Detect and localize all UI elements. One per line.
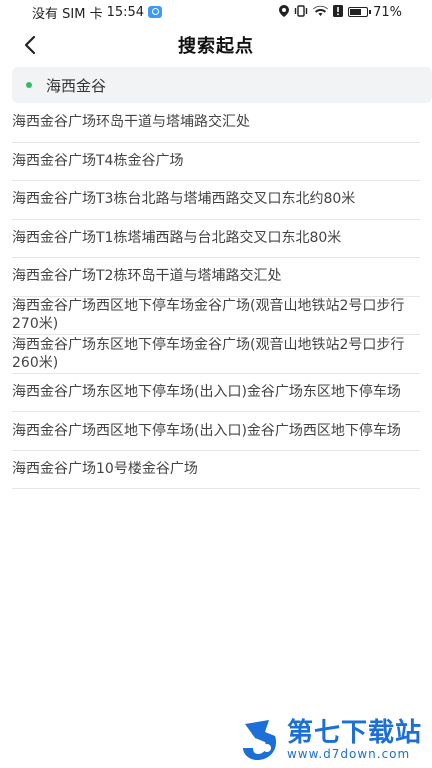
status-right: 71% (279, 5, 402, 20)
result-item-label: 海西金谷广场10号楼金谷广场 (12, 460, 198, 477)
result-item[interactable]: 海西金谷广场环岛干道与塔埔路交汇处 (12, 104, 420, 143)
result-item-label: 海西金谷广场T3栋台北路与塔埔西路交叉口东北约80米 (12, 191, 356, 208)
result-item[interactable]: 海西金谷广场西区地下停车场(出入口)金谷广场西区地下停车场 (12, 412, 420, 451)
result-item[interactable]: 海西金谷广场西区地下停车场金谷广场(观音山地铁站2号口步行270米) (12, 297, 420, 335)
result-item[interactable]: 海西金谷广场T2栋环岛干道与塔埔路交汇处 (12, 258, 420, 297)
result-item[interactable]: 海西金谷广场东区地下停车场(出入口)金谷广场东区地下停车场 (12, 374, 420, 412)
battery-icon (348, 7, 372, 17)
header: 搜索起点 (0, 26, 432, 64)
result-item[interactable]: 海西金谷广场T3栋台北路与塔埔西路交叉口东北约80米 (12, 181, 420, 220)
battery-percent: 71% (373, 4, 402, 20)
watermark-url: www.d7down.com (286, 747, 411, 761)
status-bar: 没有 SIM 卡 15:54 71% (0, 0, 432, 24)
result-item[interactable]: 海西金谷广场T4栋金谷广场 (12, 143, 420, 181)
screen: 没有 SIM 卡 15:54 71% 搜索起点 海西金谷 海西金谷广场环岛干道与… (0, 0, 432, 768)
back-button[interactable] (16, 30, 44, 60)
app-notification-icon (148, 6, 163, 18)
vibrate-icon (294, 5, 308, 19)
result-item-label: 海西金谷广场西区地下停车场(出入口)金谷广场西区地下停车场 (12, 422, 401, 439)
status-left: 没有 SIM 卡 15:54 (32, 3, 163, 22)
wifi-icon (313, 5, 329, 19)
result-item[interactable]: 海西金谷广场10号楼金谷广场 (12, 451, 420, 489)
search-input[interactable]: 海西金谷 (12, 67, 432, 103)
result-item-label: 海西金谷广场东区地下停车场(出入口)金谷广场东区地下停车场 (12, 384, 401, 401)
carrier-text: 没有 SIM 卡 (32, 6, 103, 22)
result-item[interactable]: 海西金谷广场东区地下停车场金谷广场(观音山地铁站2号口步行260米) (12, 335, 420, 374)
result-item-label: 海西金谷广场西区地下停车场金谷广场(观音山地铁站2号口步行270米) (12, 298, 405, 333)
watermark-logo-icon (242, 720, 277, 760)
time-text: 15:54 (106, 4, 145, 20)
watermark: 第七下载站 www.d7down.com (241, 718, 422, 762)
page-title: 搜索起点 (178, 36, 254, 57)
result-item[interactable]: 海西金谷广场T1栋塔埔西路与台北路交叉口东北80米 (12, 220, 420, 258)
watermark-title: 第七下载站 (286, 718, 422, 748)
result-item-label: 海西金谷广场东区地下停车场金谷广场(观音山地铁站2号口步行260米) (12, 336, 405, 371)
search-input-value: 海西金谷 (46, 76, 107, 95)
result-list: 海西金谷广场环岛干道与塔埔路交汇处 海西金谷广场T4栋金谷广场 海西金谷广场T3… (12, 104, 420, 489)
start-point-dot-icon (26, 82, 32, 88)
alert-icon (333, 5, 344, 19)
result-item-label: 海西金谷广场T2栋环岛干道与塔埔路交汇处 (12, 268, 282, 285)
result-item-label: 海西金谷广场T4栋金谷广场 (12, 152, 184, 169)
result-item-label: 海西金谷广场T1栋塔埔西路与台北路交叉口东北80米 (12, 229, 342, 246)
chevron-left-icon (24, 35, 36, 55)
watermark-text: 第七下载站 www.d7down.com (287, 719, 422, 761)
location-icon (279, 5, 290, 19)
result-item-label: 海西金谷广场环岛干道与塔埔路交汇处 (12, 114, 250, 131)
